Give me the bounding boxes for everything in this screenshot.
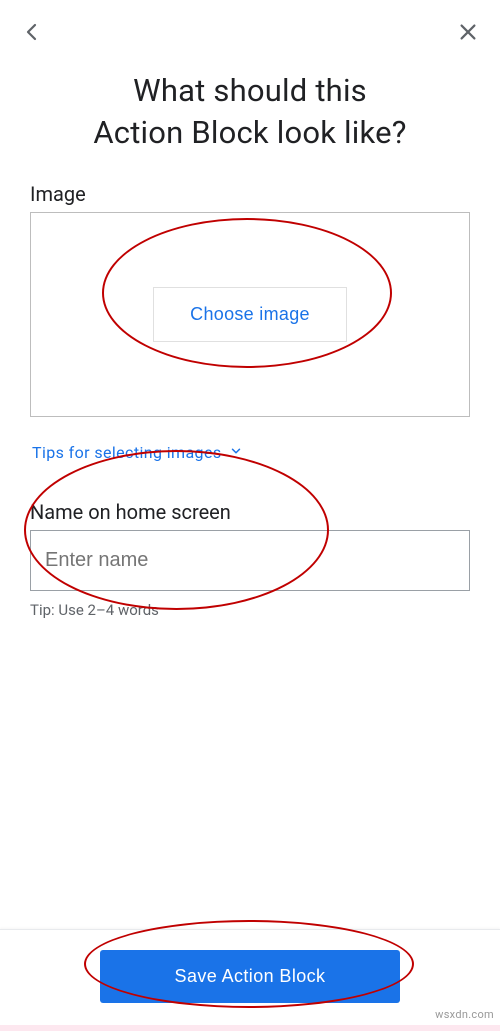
name-input[interactable]	[30, 530, 470, 591]
bottom-accent-strip	[0, 1025, 500, 1031]
chevron-down-icon	[229, 443, 243, 462]
title-line-2: Action Block look like?	[93, 114, 406, 151]
image-label: Image	[30, 182, 470, 206]
close-icon[interactable]	[454, 18, 482, 46]
name-hint: Tip: Use 2–4 words	[30, 601, 470, 619]
title-line-1: What should this	[133, 72, 367, 109]
choose-image-button[interactable]: Choose image	[153, 287, 347, 342]
back-icon[interactable]	[18, 18, 46, 46]
tips-label: Tips for selecting images	[32, 443, 221, 462]
tips-selecting-images[interactable]: Tips for selecting images	[32, 443, 243, 462]
save-action-block-button[interactable]: Save Action Block	[100, 950, 400, 1003]
page-title: What should this Action Block look like?	[30, 70, 470, 154]
footer: Save Action Block	[0, 929, 500, 1031]
watermark: wsxdn.com	[435, 1008, 494, 1021]
image-preview-box: Choose image	[30, 212, 470, 417]
name-label: Name on home screen	[30, 500, 470, 524]
